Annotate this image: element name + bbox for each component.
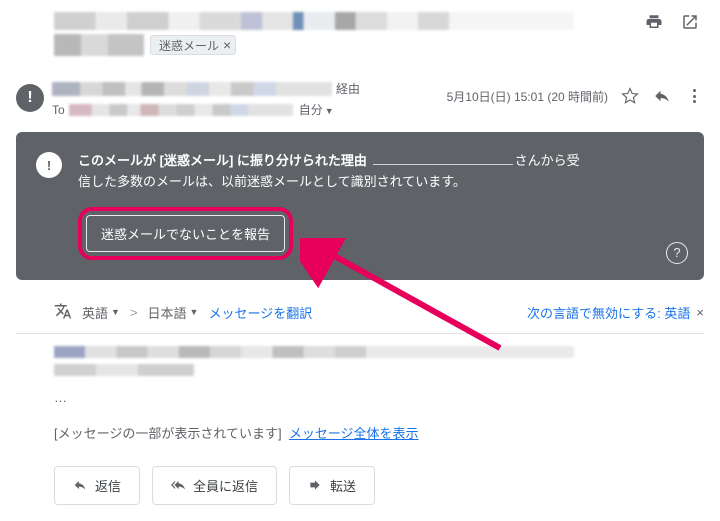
chevron-down-icon: ▼ — [325, 106, 334, 116]
open-new-window-icon[interactable] — [680, 12, 700, 32]
show-full-message-link[interactable]: メッセージ全体を表示 — [289, 426, 419, 441]
recipient-redacted — [69, 104, 293, 116]
help-icon[interactable]: ? — [666, 242, 688, 264]
timestamp: 5月10日(日) 15:01 (20 時間前) — [447, 88, 608, 105]
print-icon[interactable] — [644, 12, 664, 32]
annotation-highlight: 迷惑メールでないことを報告 — [78, 207, 293, 260]
more-menu-icon[interactable] — [684, 86, 704, 106]
reply-icon[interactable] — [652, 86, 672, 106]
translate-to-dropdown[interactable]: 日本語▼ — [148, 303, 199, 322]
translate-icon — [54, 302, 72, 323]
report-not-spam-button[interactable]: 迷惑メールでないことを報告 — [86, 215, 285, 252]
message-truncated-label: [メッセージの一部が表示されています] — [54, 426, 282, 441]
close-icon[interactable]: × — [223, 37, 231, 53]
subject-redacted — [54, 12, 574, 30]
exclamation-icon: ! — [36, 152, 62, 178]
recipient-self-dropdown[interactable]: 自分▼ — [299, 101, 334, 118]
translate-from-dropdown[interactable]: 英語▼ — [82, 303, 120, 322]
spam-warning-badge: ! — [16, 84, 44, 112]
reply-all-button[interactable]: 全員に返信 — [152, 466, 277, 505]
close-icon[interactable]: × — [696, 305, 704, 320]
star-icon[interactable] — [620, 86, 640, 106]
forward-button[interactable]: 転送 — [289, 466, 375, 505]
redacted-sender-blank — [373, 155, 513, 165]
chevron-down-icon: ▼ — [190, 307, 199, 317]
translate-bar: 英語▼ > 日本語▼ メッセージを翻訳 次の言語で無効にする: 英語 × — [16, 290, 704, 334]
spam-banner: ! このメールが [迷惑メール] に振り分けられた理由 さんから受 信した多数の… — [16, 132, 704, 280]
spam-label-chip[interactable]: 迷惑メール × — [150, 35, 236, 55]
to-label: To — [52, 103, 65, 117]
chevron-right-icon: > — [130, 305, 138, 320]
reply-button[interactable]: 返信 — [54, 466, 140, 505]
body-redacted — [54, 346, 704, 376]
spam-chip-text: 迷惑メール — [159, 37, 219, 54]
chevron-down-icon: ▼ — [111, 307, 120, 317]
translate-message-link[interactable]: メッセージを翻訳 — [208, 303, 312, 322]
body-ellipsis: … — [54, 390, 704, 405]
via-label: 経由 — [336, 80, 360, 97]
disable-translate-link[interactable]: 次の言語で無効にする: 英語 — [527, 303, 690, 322]
subject-redacted-2 — [54, 34, 144, 56]
sender-redacted — [52, 82, 332, 96]
